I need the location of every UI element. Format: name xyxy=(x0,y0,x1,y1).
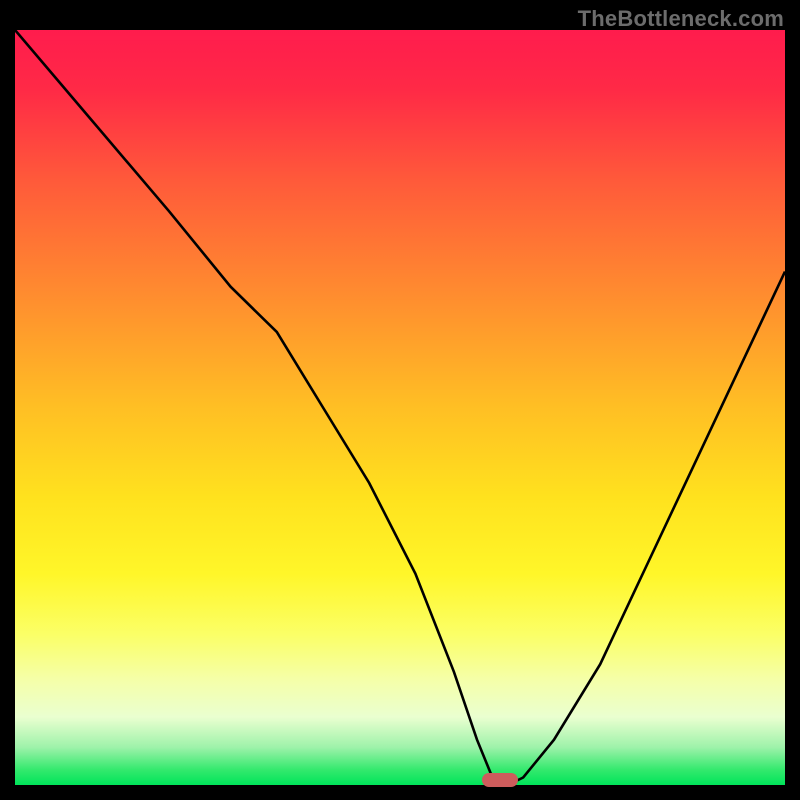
minimum-marker xyxy=(482,773,518,787)
bottleneck-chart xyxy=(15,30,785,785)
gradient-background xyxy=(15,30,785,785)
chart-frame xyxy=(15,30,785,785)
watermark-text: TheBottleneck.com xyxy=(578,6,784,32)
